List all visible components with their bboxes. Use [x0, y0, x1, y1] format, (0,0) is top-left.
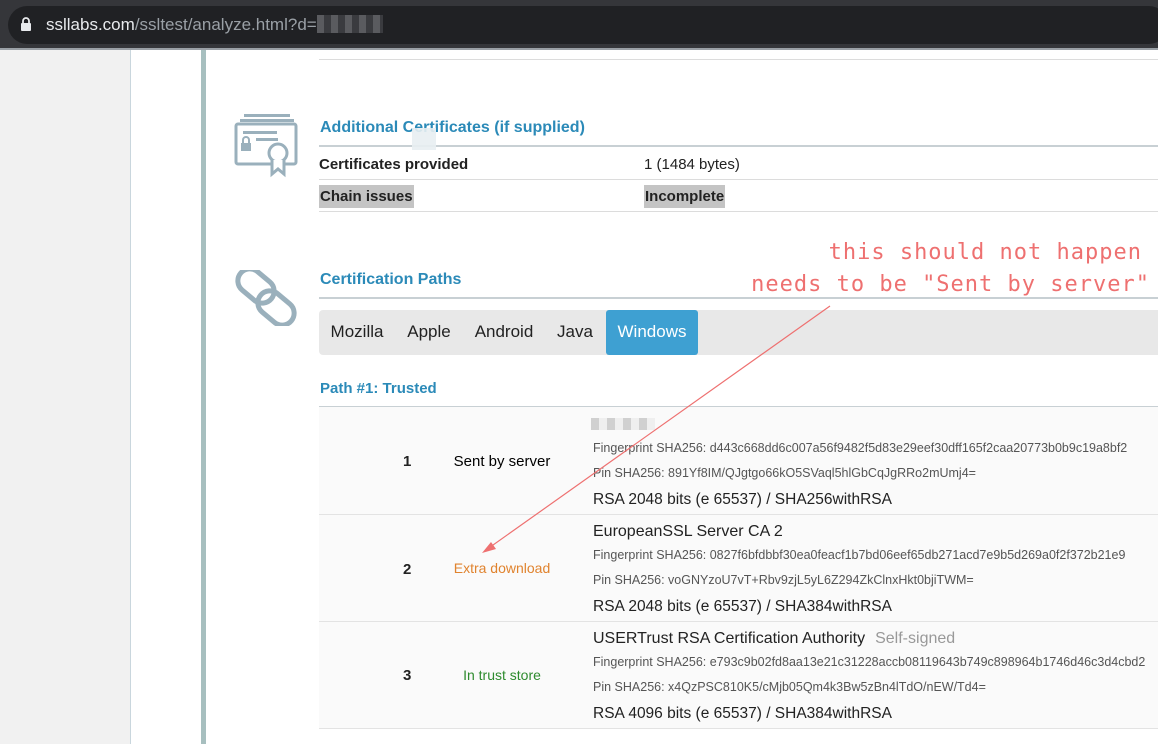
- trust-store-tabs: Mozilla Apple Android Java Windows: [319, 310, 1158, 355]
- cert-row: 1 Sent by server Fingerprint SHA256: d44…: [319, 407, 1158, 515]
- self-signed-label: Self-signed: [875, 630, 956, 647]
- tab-android[interactable]: Android: [465, 310, 543, 355]
- cert-pin: Pin SHA256: x4QzPSC810K5/cMjb05Qm4k3Bw5z…: [593, 680, 986, 694]
- additional-certs-title: Additional Certificates (if supplied): [320, 119, 585, 136]
- cert-pin: Pin SHA256: voGNYzoU7vT+Rbv9zjL5yL6Z294Z…: [593, 573, 974, 587]
- path-title: Path #1: Trusted: [320, 380, 437, 397]
- page-left-margin: [0, 50, 131, 744]
- row-divider: [319, 179, 1158, 180]
- previous-section-rule: [319, 59, 1158, 60]
- chain-issues-label-text: Chain issues: [319, 185, 414, 208]
- url-host: ssllabs.com: [46, 15, 135, 34]
- cert-number: 1: [403, 453, 412, 470]
- address-text[interactable]: ssllabs.com/ssltest/analyze.html?d=: [46, 15, 383, 35]
- lock-icon: [21, 17, 31, 31]
- certs-provided-value: 1 (1484 bytes): [644, 156, 740, 173]
- overlay-artifact: [412, 128, 436, 150]
- tab-apple[interactable]: Apple: [397, 310, 461, 355]
- cert-number: 3: [403, 667, 412, 684]
- redacted-domain: [316, 15, 383, 33]
- report-side-bar: [201, 50, 206, 744]
- chain-link-icon: [235, 270, 297, 326]
- cert-status: Extra download: [453, 560, 551, 576]
- page-gutter: [131, 50, 201, 744]
- url-path: /ssltest/analyze.html?d=: [134, 15, 317, 34]
- cert-paths-title: Certification Paths: [320, 271, 462, 288]
- tab-java[interactable]: Java: [547, 310, 603, 355]
- cert-paths-rule: [319, 297, 1158, 299]
- chain-issues-label: Chain issues: [319, 185, 414, 208]
- tab-mozilla[interactable]: Mozilla: [319, 310, 395, 355]
- certs-provided-label: Certificates provided: [319, 156, 469, 173]
- cert-row: 3 In trust store USERTrust RSA Certifica…: [319, 622, 1158, 729]
- annotation-line-2: needs to be "Sent by server": [751, 272, 1150, 297]
- cert-pin: Pin SHA256: 891Yf8IM/QJgtgo66kO5SVaql5hl…: [593, 466, 976, 480]
- cert-name: EuropeanSSL Server CA 2: [593, 523, 783, 540]
- cert-name-line: USERTrust RSA Certification Authority Sel…: [593, 630, 955, 648]
- certificate-icon: [234, 114, 298, 178]
- cert-key-info: RSA 2048 bits (e 65537) / SHA384withRSA: [593, 598, 892, 615]
- cert-key-info: RSA 2048 bits (e 65537) / SHA256withRSA: [593, 491, 892, 508]
- chain-issues-value-text: Incomplete: [644, 185, 726, 208]
- cert-status: Sent by server: [453, 453, 551, 470]
- redacted-cert-name: [591, 418, 655, 430]
- cert-number: 2: [403, 561, 412, 578]
- cert-fingerprint: Fingerprint SHA256: e793c9b02fd8aa13e21c…: [593, 655, 1146, 669]
- additional-certs-rule: [319, 145, 1158, 147]
- cert-status: In trust store: [463, 667, 541, 683]
- tab-windows[interactable]: Windows: [606, 310, 698, 355]
- browser-url-bar: ssllabs.com/ssltest/analyze.html?d=: [0, 0, 1158, 48]
- cert-row: 2 Extra download EuropeanSSL Server CA 2…: [319, 515, 1158, 622]
- cert-key-info: RSA 4096 bits (e 65537) / SHA384withRSA: [593, 705, 892, 722]
- chain-issues-value: Incomplete: [644, 185, 726, 208]
- cert-fingerprint: Fingerprint SHA256: d443c668dd6c007a56f9…: [593, 441, 1128, 455]
- cert-name: USERTrust RSA Certification Authority: [593, 630, 866, 647]
- cert-fingerprint: Fingerprint SHA256: 0827f6bfdbbf30ea0fea…: [593, 548, 1126, 562]
- annotation-line-1: this should not happen: [828, 240, 1142, 265]
- row-divider: [319, 211, 1158, 212]
